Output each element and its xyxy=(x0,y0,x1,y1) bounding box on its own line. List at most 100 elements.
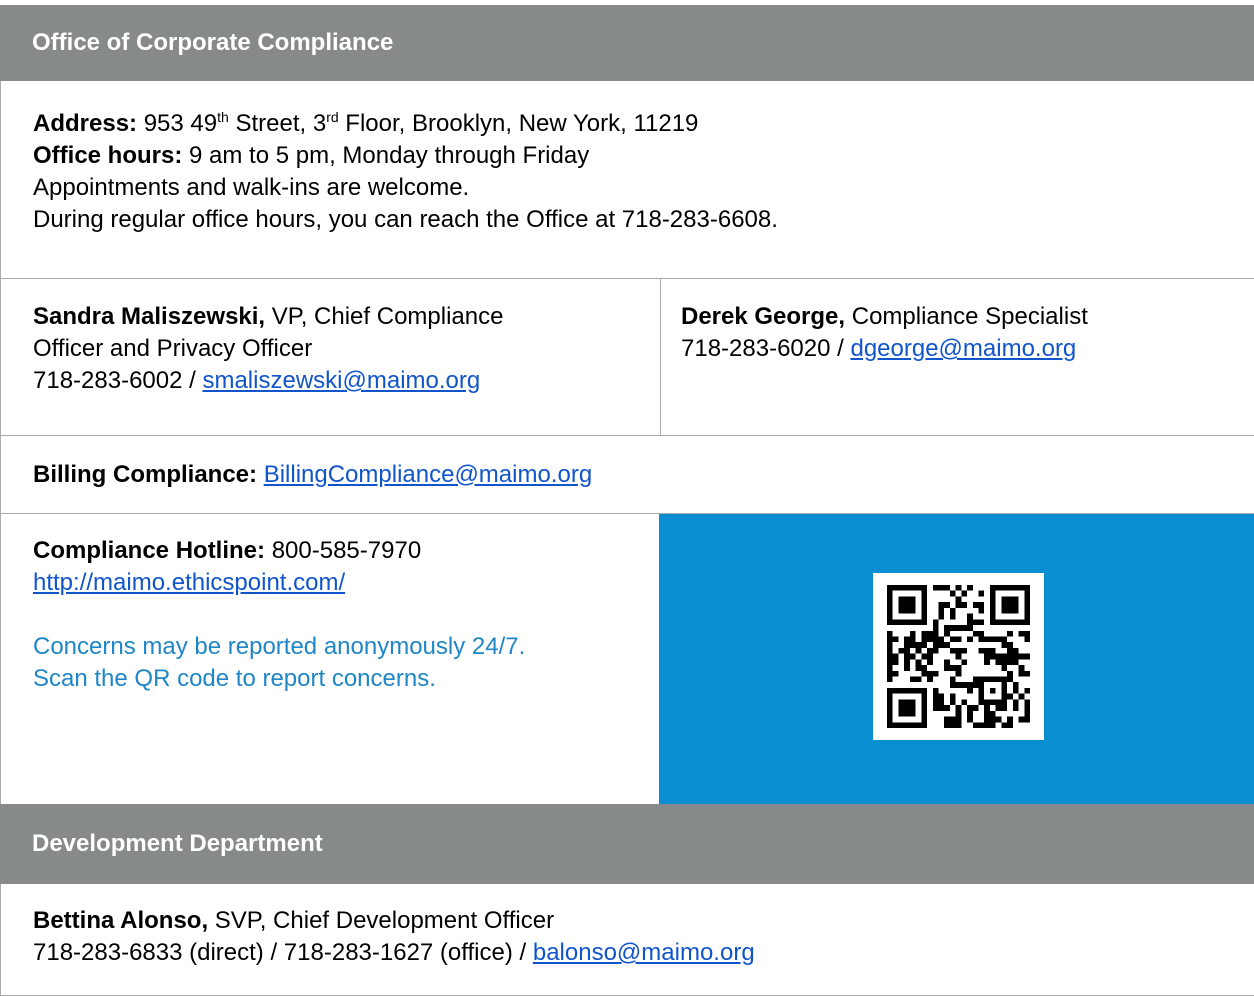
qr-module xyxy=(961,699,968,706)
person-phones: 718-283-6833 (direct) / 718-283-1627 (of… xyxy=(33,939,533,966)
qr-module xyxy=(1024,619,1030,626)
qr-module xyxy=(1001,585,1008,591)
qr-module xyxy=(967,613,973,620)
qr-module xyxy=(932,699,939,706)
qr-module xyxy=(1007,647,1013,654)
qr-module xyxy=(955,670,962,677)
qr-module xyxy=(995,659,1002,666)
qr-module xyxy=(1012,659,1019,666)
qr-module xyxy=(1001,676,1008,683)
hotline-note-1: Concerns may be reported anonymously 24/… xyxy=(33,633,526,660)
qr-module xyxy=(1007,716,1013,723)
qr-module xyxy=(1001,722,1008,728)
development-header-title: Development Department xyxy=(32,830,323,857)
qr-module xyxy=(967,636,973,643)
email-link-balonso[interactable]: balonso@maimo.org xyxy=(533,939,755,966)
qr-module xyxy=(909,710,916,717)
qr-module xyxy=(1012,699,1019,706)
qr-module xyxy=(904,710,910,717)
qr-module xyxy=(932,647,939,654)
qr-module xyxy=(1024,607,1030,614)
qr-module xyxy=(938,636,945,643)
qr-module xyxy=(887,705,893,711)
qr-module xyxy=(967,705,973,711)
qr-module xyxy=(984,705,990,711)
qr-module xyxy=(984,676,990,683)
email-link-smaliszewski[interactable]: smaliszewski@maimo.org xyxy=(202,367,480,394)
qr-module xyxy=(995,705,1002,711)
qr-module xyxy=(887,676,893,683)
qr-module xyxy=(1024,630,1030,637)
hours-value: 9 am to 5 pm, Monday through Friday xyxy=(182,142,590,169)
qr-module xyxy=(909,630,916,637)
ethicspoint-link[interactable]: http://maimo.ethicspoint.com/ xyxy=(33,569,345,596)
hotline-phone: 800-585-7970 xyxy=(265,537,422,564)
qr-module xyxy=(1018,665,1025,671)
address-city: Floor, Brooklyn, New York, 11219 xyxy=(338,110,699,137)
hours-label: Office hours: xyxy=(33,142,183,169)
qr-module xyxy=(927,636,933,643)
qr-panel xyxy=(659,514,1254,804)
qr-code[interactable] xyxy=(873,573,1044,740)
hotline-info: Compliance Hotline: 800-585-7970 http://… xyxy=(0,514,659,804)
qr-module xyxy=(1024,710,1030,717)
qr-module xyxy=(944,642,950,648)
qr-module xyxy=(955,705,962,711)
qr-module xyxy=(944,705,950,711)
qr-module xyxy=(961,682,968,688)
qr-module xyxy=(898,607,905,614)
qr-module xyxy=(961,590,968,597)
qr-module xyxy=(967,710,973,717)
qr-module xyxy=(949,613,956,620)
qr-module xyxy=(898,722,905,728)
qr-module xyxy=(944,722,950,728)
qr-module xyxy=(978,699,985,706)
qr-module xyxy=(887,665,893,671)
qr-module xyxy=(887,716,893,723)
qr-module xyxy=(984,716,990,723)
qr-module xyxy=(921,630,928,637)
qr-module xyxy=(921,596,928,603)
qr-module xyxy=(915,687,922,694)
qr-module xyxy=(904,602,910,608)
qr-module xyxy=(887,693,893,700)
qr-module xyxy=(1012,585,1019,591)
qr-module xyxy=(898,687,905,694)
qr-module xyxy=(909,687,916,694)
qr-module xyxy=(1007,607,1013,614)
qr-module xyxy=(921,699,928,706)
qr-module xyxy=(904,653,910,660)
qr-module xyxy=(898,647,905,654)
qr-module xyxy=(984,710,990,717)
qr-module xyxy=(938,607,945,614)
qr-module xyxy=(1018,693,1025,700)
qr-module xyxy=(904,699,910,706)
qr-module xyxy=(887,699,893,706)
qr-module xyxy=(887,607,893,614)
email-link-billing[interactable]: BillingCompliance@maimo.org xyxy=(264,459,593,491)
qr-module xyxy=(995,636,1002,643)
qr-module xyxy=(972,602,979,608)
qr-module xyxy=(909,642,916,648)
qr-module xyxy=(989,590,996,597)
qr-module xyxy=(989,647,996,654)
qr-module xyxy=(904,642,910,648)
qr-module xyxy=(995,699,1002,706)
qr-module xyxy=(1018,716,1025,723)
qr-module xyxy=(915,647,922,654)
qr-module xyxy=(1018,619,1025,626)
qr-module xyxy=(989,613,996,620)
qr-module xyxy=(921,705,928,711)
qr-module xyxy=(887,619,893,626)
qr-module xyxy=(984,653,990,660)
email-link-dgeorge[interactable]: dgeorge@maimo.org xyxy=(850,335,1076,362)
qr-module xyxy=(1024,585,1030,591)
qr-module xyxy=(887,602,893,608)
qr-module xyxy=(955,665,962,671)
qr-module xyxy=(972,682,979,688)
qr-module xyxy=(1024,699,1030,706)
qr-module xyxy=(944,716,950,723)
qr-module xyxy=(1001,705,1008,711)
qr-module xyxy=(909,607,916,614)
address-line: Address: 953 49th Street, 3rd Floor, Bro… xyxy=(33,108,1254,140)
